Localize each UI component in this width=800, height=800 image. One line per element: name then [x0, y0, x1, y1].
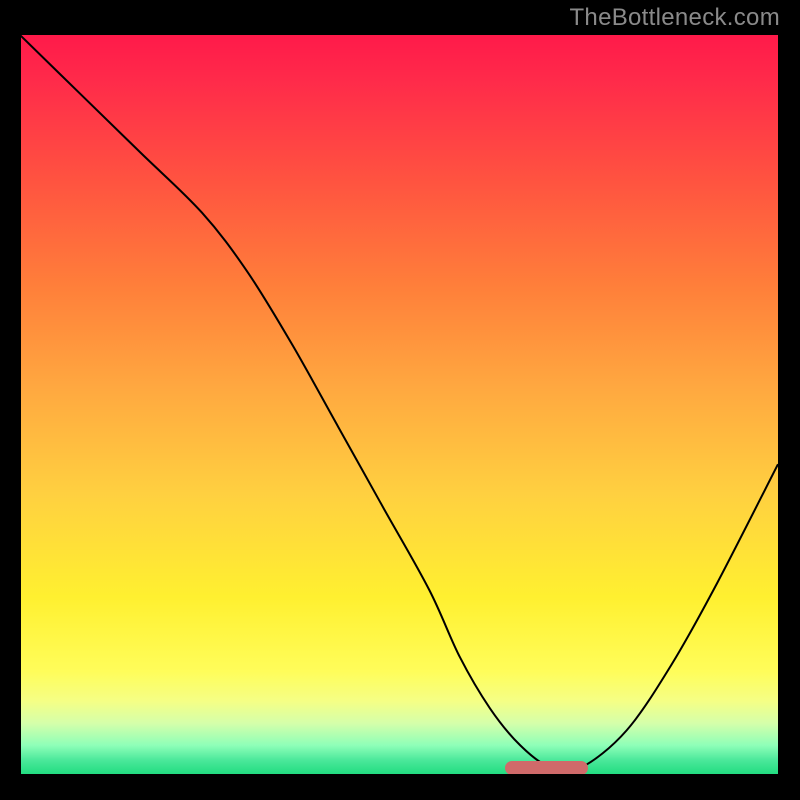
curve-svg — [20, 35, 778, 775]
optimal-range-marker — [505, 761, 588, 775]
watermark-text: TheBottleneck.com — [569, 4, 780, 32]
bottleneck-chart: TheBottleneck.com — [0, 0, 800, 800]
bottleneck-curve-path — [20, 35, 778, 771]
plot-area — [20, 35, 778, 775]
